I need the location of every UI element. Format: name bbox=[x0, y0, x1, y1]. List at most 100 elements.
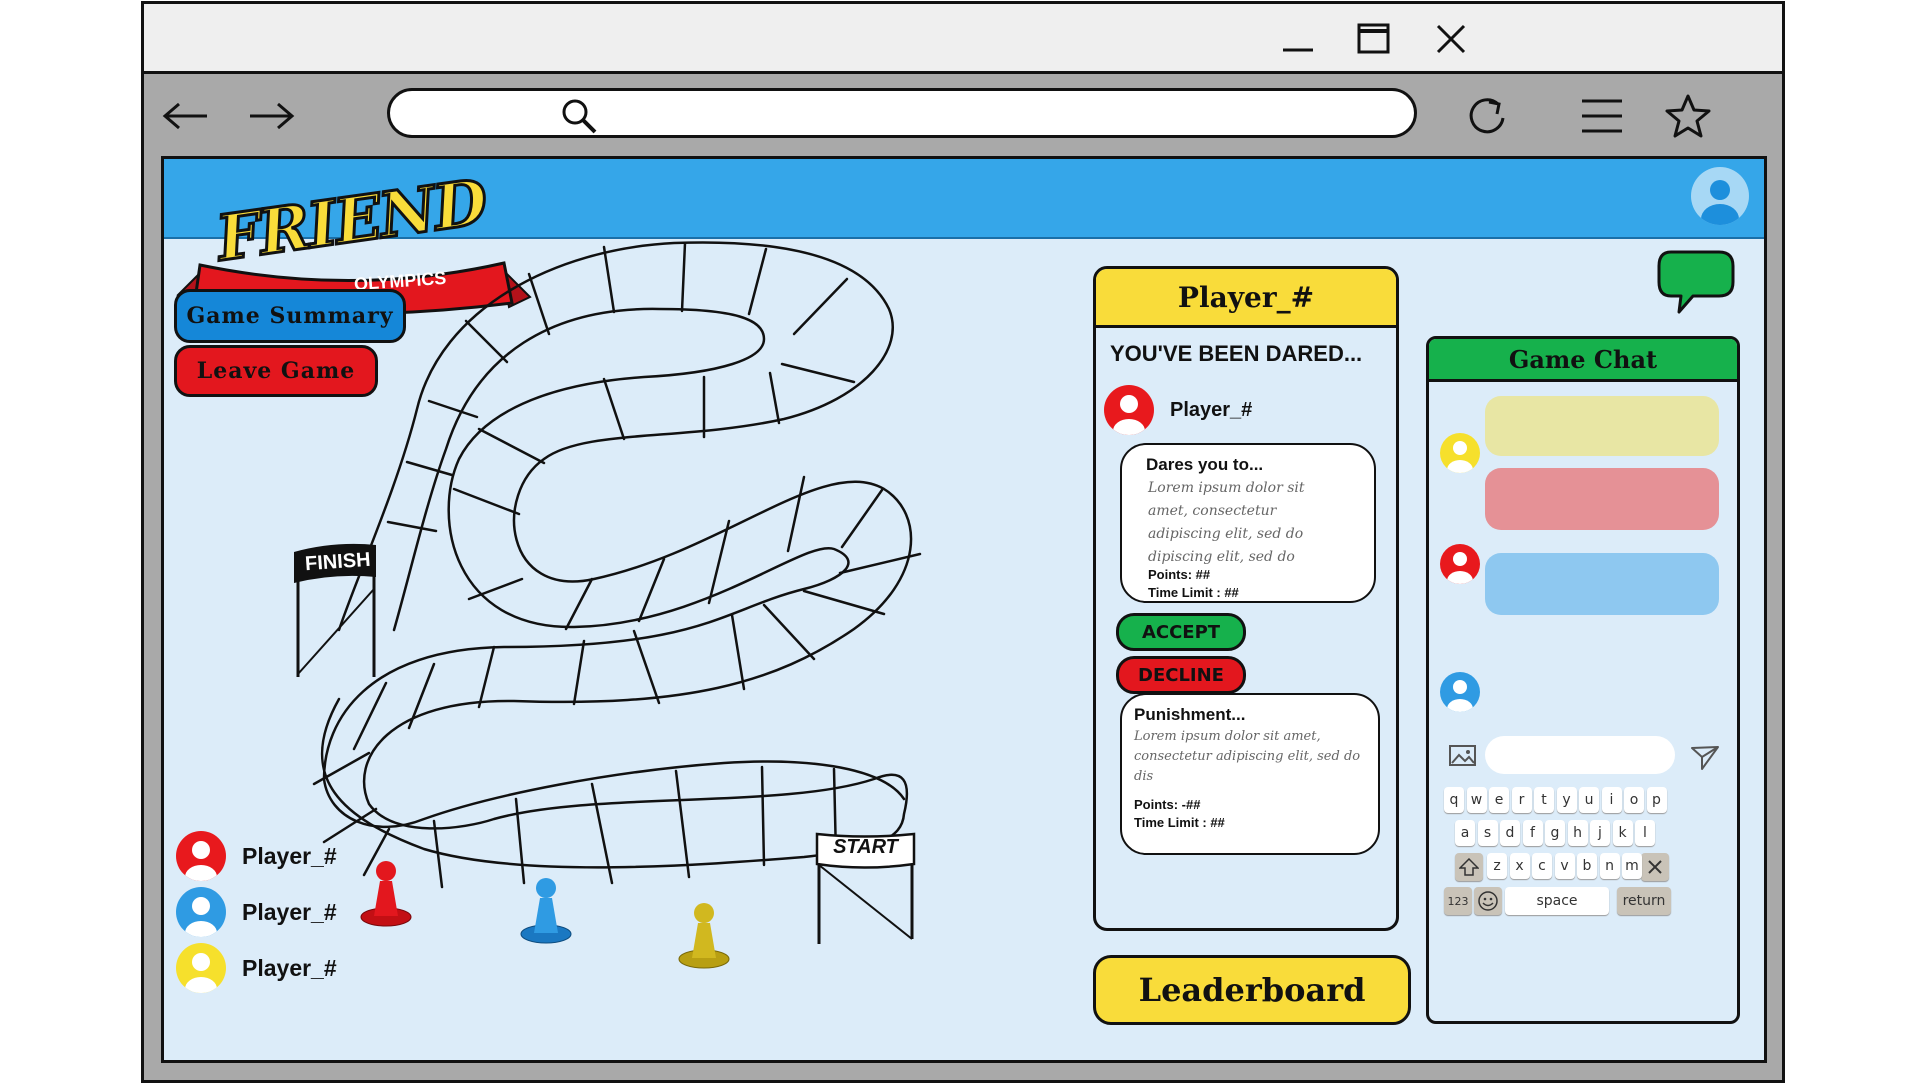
start-label: START bbox=[833, 836, 898, 858]
key-r[interactable]: r bbox=[1511, 787, 1532, 813]
punishment-heading: Punishment... bbox=[1134, 705, 1246, 724]
key-o[interactable]: o bbox=[1624, 787, 1644, 813]
bookmark-button[interactable] bbox=[1660, 88, 1716, 144]
key-u[interactable]: u bbox=[1579, 787, 1599, 813]
player-list-item: Player_# bbox=[176, 884, 376, 940]
key-w[interactable]: w bbox=[1466, 787, 1487, 813]
blue-avatar-icon bbox=[176, 887, 226, 937]
reload-button[interactable] bbox=[1459, 88, 1515, 144]
address-bar[interactable] bbox=[387, 88, 1417, 138]
key-q[interactable]: q bbox=[1444, 787, 1464, 813]
decline-button[interactable]: DECLINE bbox=[1116, 656, 1246, 694]
key-s[interactable]: s bbox=[1477, 820, 1498, 846]
punishment-body: Lorem ipsum dolor sit amet, consectetur … bbox=[1134, 729, 1361, 784]
numbers-key[interactable]: 123 bbox=[1444, 887, 1472, 915]
maximize-button[interactable] bbox=[1350, 18, 1398, 60]
chat-message-input[interactable] bbox=[1485, 736, 1675, 774]
star-icon bbox=[1665, 94, 1711, 138]
key-l[interactable]: l bbox=[1635, 820, 1655, 846]
title-bar bbox=[144, 4, 1782, 74]
key-x[interactable]: x bbox=[1509, 853, 1530, 879]
players-list: Player_# Player_# Player_# bbox=[176, 828, 376, 996]
smiley-icon bbox=[1478, 891, 1498, 911]
key-t[interactable]: t bbox=[1534, 787, 1554, 813]
game-chat-header: Game Chat bbox=[1429, 339, 1737, 382]
minimize-icon bbox=[1283, 48, 1313, 52]
space-key[interactable]: space bbox=[1505, 887, 1609, 915]
key-h[interactable]: h bbox=[1567, 820, 1588, 846]
key-e[interactable]: e bbox=[1489, 787, 1509, 813]
player-name: Player_# bbox=[242, 954, 337, 981]
backspace-key[interactable] bbox=[1641, 853, 1669, 881]
dare-title: YOU'VE BEEN DARED... bbox=[1110, 341, 1363, 366]
key-i[interactable]: i bbox=[1601, 787, 1622, 813]
dare-player: Player_# bbox=[1104, 385, 1252, 435]
red-avatar-icon bbox=[1104, 385, 1154, 435]
chat-bubble-icon[interactable] bbox=[1657, 248, 1737, 316]
maximize-icon bbox=[1357, 23, 1390, 54]
delete-x-icon bbox=[1648, 860, 1662, 874]
blue-avatar-icon bbox=[1440, 672, 1480, 712]
emoji-key[interactable] bbox=[1474, 887, 1502, 915]
key-j[interactable]: j bbox=[1590, 820, 1610, 846]
browser-window: FRIEND OLYMPICS Game Summary Leave Game bbox=[141, 1, 1785, 1083]
red-avatar-icon bbox=[1440, 544, 1480, 584]
yellow-avatar-icon bbox=[176, 943, 226, 993]
minimize-button[interactable] bbox=[1274, 18, 1322, 60]
menu-button[interactable] bbox=[1574, 88, 1630, 144]
dares-points: Points: ## bbox=[1148, 567, 1211, 582]
arrow-right-icon bbox=[250, 102, 295, 130]
key-n[interactable]: n bbox=[1599, 853, 1620, 879]
chat-message-bubble bbox=[1485, 553, 1719, 615]
key-f[interactable]: f bbox=[1522, 820, 1543, 846]
accept-button[interactable]: ACCEPT bbox=[1116, 613, 1246, 651]
user-avatar-icon bbox=[1701, 180, 1739, 225]
close-icon bbox=[1436, 24, 1466, 54]
finish-label: FINISH bbox=[304, 548, 372, 576]
key-d[interactable]: d bbox=[1500, 820, 1520, 846]
key-g[interactable]: g bbox=[1545, 820, 1565, 846]
punishment-time-limit: Time Limit : ## bbox=[1134, 815, 1225, 830]
key-v[interactable]: v bbox=[1554, 853, 1575, 879]
send-icon[interactable] bbox=[1689, 743, 1721, 771]
yellow-game-piece[interactable] bbox=[676, 901, 732, 971]
hamburger-menu-icon bbox=[1582, 99, 1622, 133]
back-button[interactable] bbox=[158, 88, 214, 144]
arrow-left-icon bbox=[162, 102, 207, 130]
key-a[interactable]: a bbox=[1455, 820, 1475, 846]
player-name: Player_# bbox=[242, 898, 337, 925]
yellow-avatar-icon bbox=[1440, 433, 1480, 473]
shift-key[interactable] bbox=[1455, 853, 1483, 881]
red-avatar-icon bbox=[176, 831, 226, 881]
key-y[interactable]: y bbox=[1556, 787, 1577, 813]
dares-time-limit: Time Limit : ## bbox=[1148, 585, 1239, 600]
dare-player-name: Player_# bbox=[1170, 398, 1253, 421]
player-list-item: Player_# bbox=[176, 828, 376, 884]
key-k[interactable]: k bbox=[1612, 820, 1633, 846]
key-c[interactable]: c bbox=[1532, 853, 1552, 879]
dares-body: Lorem ipsum dolor sit amet, consectetur … bbox=[1148, 480, 1305, 565]
user-profile-button[interactable] bbox=[1691, 167, 1749, 225]
address-input[interactable] bbox=[590, 99, 1374, 129]
shift-arrow-icon bbox=[1459, 858, 1479, 876]
punishment-card: Punishment... Lorem ipsum dolor sit amet… bbox=[1120, 693, 1380, 855]
close-button[interactable] bbox=[1427, 18, 1475, 60]
on-screen-keyboard: 123 space return qwertyuiop asdfghjkl zxcv… bbox=[1429, 787, 1737, 977]
player-list-item: Player_# bbox=[176, 940, 376, 996]
key-m[interactable]: m bbox=[1622, 853, 1642, 879]
return-key[interactable]: return bbox=[1617, 887, 1671, 915]
punishment-points: Points: -## bbox=[1134, 797, 1201, 812]
leaderboard-button[interactable]: Leaderboard bbox=[1093, 955, 1411, 1025]
key-b[interactable]: b bbox=[1577, 853, 1597, 879]
forward-button[interactable] bbox=[243, 88, 299, 144]
key-z[interactable]: z bbox=[1487, 853, 1507, 879]
key-p[interactable]: p bbox=[1646, 787, 1667, 813]
dares-heading: Dares you to... bbox=[1146, 455, 1264, 474]
blue-game-piece[interactable] bbox=[518, 876, 574, 946]
chat-message-bubble bbox=[1485, 396, 1719, 456]
image-attach-icon[interactable] bbox=[1448, 743, 1478, 769]
chat-message-bubble bbox=[1485, 468, 1719, 530]
page-viewport: FRIEND OLYMPICS Game Summary Leave Game bbox=[161, 156, 1767, 1063]
reload-icon bbox=[1469, 98, 1505, 134]
dare-card: Dares you to... Lorem ipsum dolor sit am… bbox=[1120, 443, 1376, 603]
